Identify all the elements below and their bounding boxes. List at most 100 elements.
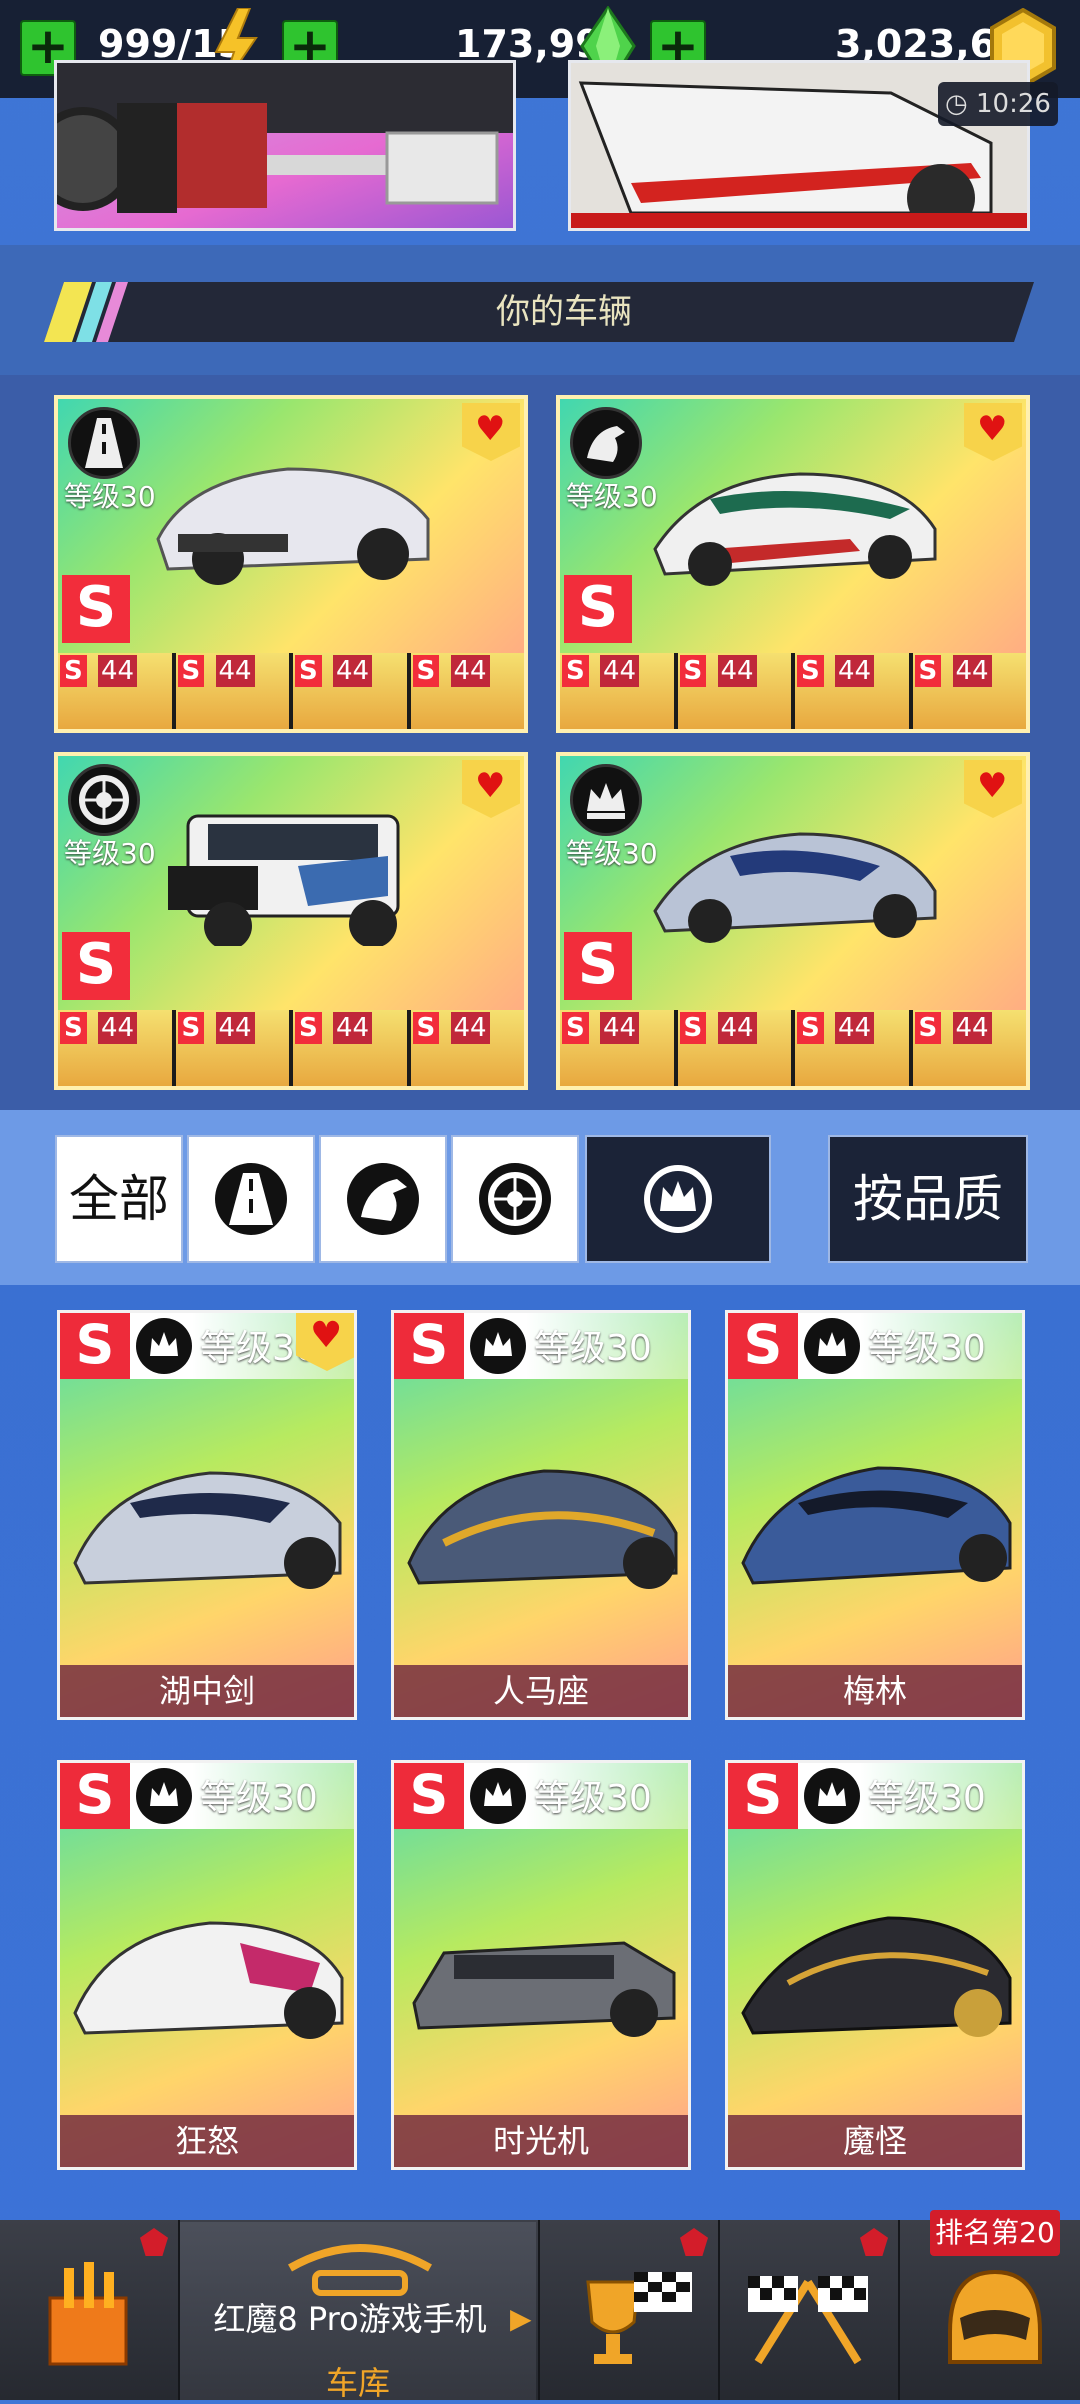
car-level: 等级30 [534,1778,652,1819]
part-rank: S [412,655,440,687]
part-level: 44 [450,1012,490,1044]
car-card[interactable]: S 等级30 狂怒 [57,1760,357,2170]
owned-vehicle-card[interactable]: 等级30 ♥ S S 44 S 44 S 44 S 44 [54,395,528,733]
part-slot: S 44 [560,1010,674,1086]
trophy-icon [586,2272,692,2364]
part-slot: S 44 [175,653,289,729]
car-card[interactable]: S 等级30 魔怪 [725,1760,1025,2170]
part-slots: S 44 S 44 S 44 S 44 [58,653,524,729]
part-rank: S [797,655,824,687]
owned-vehicle-card[interactable]: 等级30 ♥ S S 44 S 44 S 44 S 44 [54,752,528,1090]
part-level: 44 [450,655,490,687]
car-image [73,1471,342,1589]
car-level: 等级30 [200,1778,318,1819]
part-level: 44 [215,655,255,687]
tier-badge: S [394,1313,464,1379]
timer-text: 10:26 [976,89,1051,119]
part-slot: S 44 [58,653,172,729]
part-slot: S 44 [410,1010,524,1086]
parts-promo-image [57,63,513,213]
car-level: 等级30 [868,1778,986,1819]
tier-badge: S [564,575,632,643]
part-slots: S 44 S 44 S 44 S 44 [58,1010,524,1086]
crown-icon [470,1318,526,1374]
filter-all-button[interactable]: 全部 [55,1135,183,1263]
tier-badge: S [60,1313,130,1379]
part-rank: S [797,1012,824,1044]
car-level: 等级30 [868,1328,986,1369]
part-rank: S [177,655,205,687]
part-rank: S [60,655,87,687]
car-card[interactable]: S 等级30 时光机 [391,1760,691,2170]
part-slot: S 44 [912,1010,1026,1086]
timer-badge: ◷ 10:26 [938,82,1058,126]
crown-icon [136,1768,192,1824]
crown-icon [804,1318,860,1374]
owned-vehicle-card[interactable]: 等级30 ♥ S S 44 S 44 S 44 S 44 [556,395,1030,733]
filter-road-button[interactable] [187,1135,315,1263]
part-slot: S 44 [795,1010,909,1086]
part-rank: S [295,1012,322,1044]
part-slots: S 44 S 44 S 44 S 44 [560,1010,1026,1086]
sort-by-quality-button[interactable]: 按品质 [828,1135,1028,1263]
tier-badge: S [728,1763,798,1829]
part-slot: S 44 [58,1010,172,1086]
car-image [741,1466,1012,1585]
car-image [407,1469,678,1589]
car-name: 人马座 [394,1665,688,1717]
vehicle-level: 等级30 [64,480,156,513]
favorite-heart-icon[interactable]: ♥ [462,403,520,461]
tier-badge: S [564,932,632,1000]
part-rank: S [679,1012,707,1044]
part-level: 44 [952,655,992,687]
car-card[interactable]: S 等级30 人马座 [391,1310,691,1720]
crown-icon [570,764,642,836]
race-nav-item[interactable] [738,2262,878,2372]
filter-horse-button[interactable] [319,1135,447,1263]
filter-wheel-button[interactable] [451,1135,579,1263]
part-level: 44 [98,1012,138,1044]
shop-icon [48,2262,128,2366]
part-slot: S 44 [410,653,524,729]
crown-icon [136,1318,192,1374]
part-slot: S 44 [677,1010,791,1086]
part-level: 44 [835,1012,875,1044]
part-level: 44 [835,655,875,687]
part-slot: S 44 [677,653,791,729]
filter-crown-button[interactable] [585,1135,771,1263]
promo-card-parts[interactable] [54,60,516,231]
car-image [653,832,937,943]
garage-nav-item[interactable]: 红魔8 Pro游戏手机 ▶ 车库 [180,2222,536,2402]
owned-vehicle-card[interactable]: 等级30 ♥ S S 44 S 44 S 44 S 44 [556,752,1030,1090]
part-level: 44 [952,1012,992,1044]
car-name: 魔怪 [728,2115,1022,2167]
favorite-heart-icon[interactable]: ♥ [964,403,1022,461]
part-rank: S [295,655,322,687]
part-rank: S [679,655,707,687]
profile-nav-item[interactable] [940,2262,1050,2382]
road-icon [215,1163,287,1235]
ad-text: 红魔8 Pro游戏手机 [213,2300,487,2338]
vehicle-level: 等级30 [566,837,658,870]
shop-nav-item[interactable] [40,2258,136,2368]
trophy-nav-item[interactable] [578,2262,698,2372]
part-level: 44 [600,655,640,687]
helmet-icon [948,2269,1042,2364]
part-slot: S 44 [560,653,674,729]
section-title: 你的车辆 [496,292,632,332]
horse-icon [570,407,642,479]
car-image [168,814,400,946]
car-card[interactable]: S 等级30 ♥ 湖中剑 [57,1310,357,1720]
part-level: 44 [717,1012,757,1044]
rank-badge: 排名第20 [930,2210,1060,2256]
part-slot: S 44 [293,653,407,729]
tier-badge: S [728,1313,798,1379]
car-card[interactable]: S 等级30 梅林 [725,1310,1025,1720]
part-slot: S 44 [912,653,1026,729]
favorite-heart-icon[interactable]: ♥ [964,760,1022,818]
car-image [741,1916,1012,2037]
part-slot: S 44 [795,653,909,729]
horse-icon [347,1163,419,1235]
part-slot: S 44 [175,1010,289,1086]
favorite-heart-icon[interactable]: ♥ [462,760,520,818]
